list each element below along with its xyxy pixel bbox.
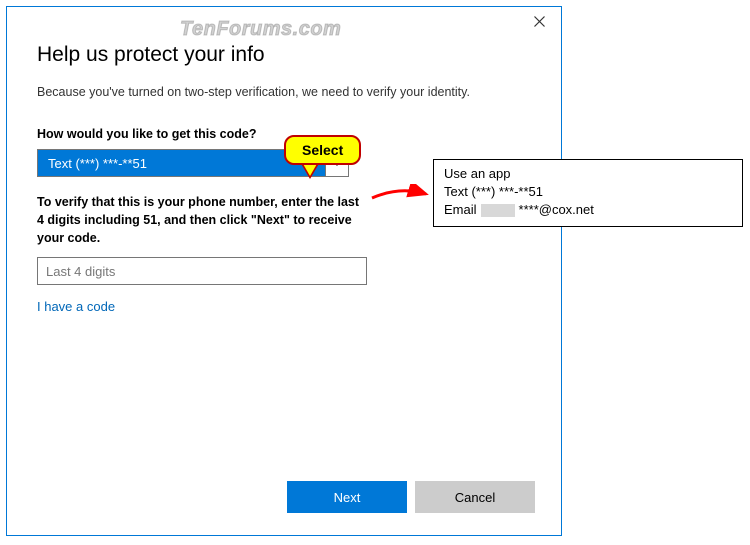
button-row: Next Cancel <box>287 481 535 513</box>
have-code-link[interactable]: I have a code <box>37 299 531 314</box>
option-email[interactable]: Email ****@cox.net <box>444 201 732 219</box>
option-email-suffix: ****@cox.net <box>519 201 594 219</box>
option-email-prefix: Email <box>444 201 477 219</box>
close-button[interactable] <box>519 8 559 34</box>
method-select-value: Text (***) ***-**51 <box>37 149 325 177</box>
last4-placeholder: Last 4 digits <box>46 264 115 279</box>
titlebar <box>7 7 561 35</box>
option-text[interactable]: Text (***) ***-**51 <box>444 183 732 201</box>
arrow-icon <box>370 184 436 206</box>
verification-dialog: Help us protect your info Because you've… <box>6 6 562 536</box>
option-use-app[interactable]: Use an app <box>444 165 732 183</box>
next-button[interactable]: Next <box>287 481 407 513</box>
close-icon <box>534 16 545 27</box>
select-callout: Select <box>284 135 361 165</box>
page-subtitle: Because you've turned on two-step verifi… <box>37 85 531 99</box>
method-options-popup: Use an app Text (***) ***-**51 Email ***… <box>433 159 743 227</box>
redacted-block <box>481 204 515 217</box>
cancel-button[interactable]: Cancel <box>415 481 535 513</box>
last4-input[interactable]: Last 4 digits <box>37 257 367 285</box>
page-title: Help us protect your info <box>37 43 531 67</box>
verify-instruction: To verify that this is your phone number… <box>37 193 367 247</box>
method-prompt: How would you like to get this code? <box>37 127 531 141</box>
